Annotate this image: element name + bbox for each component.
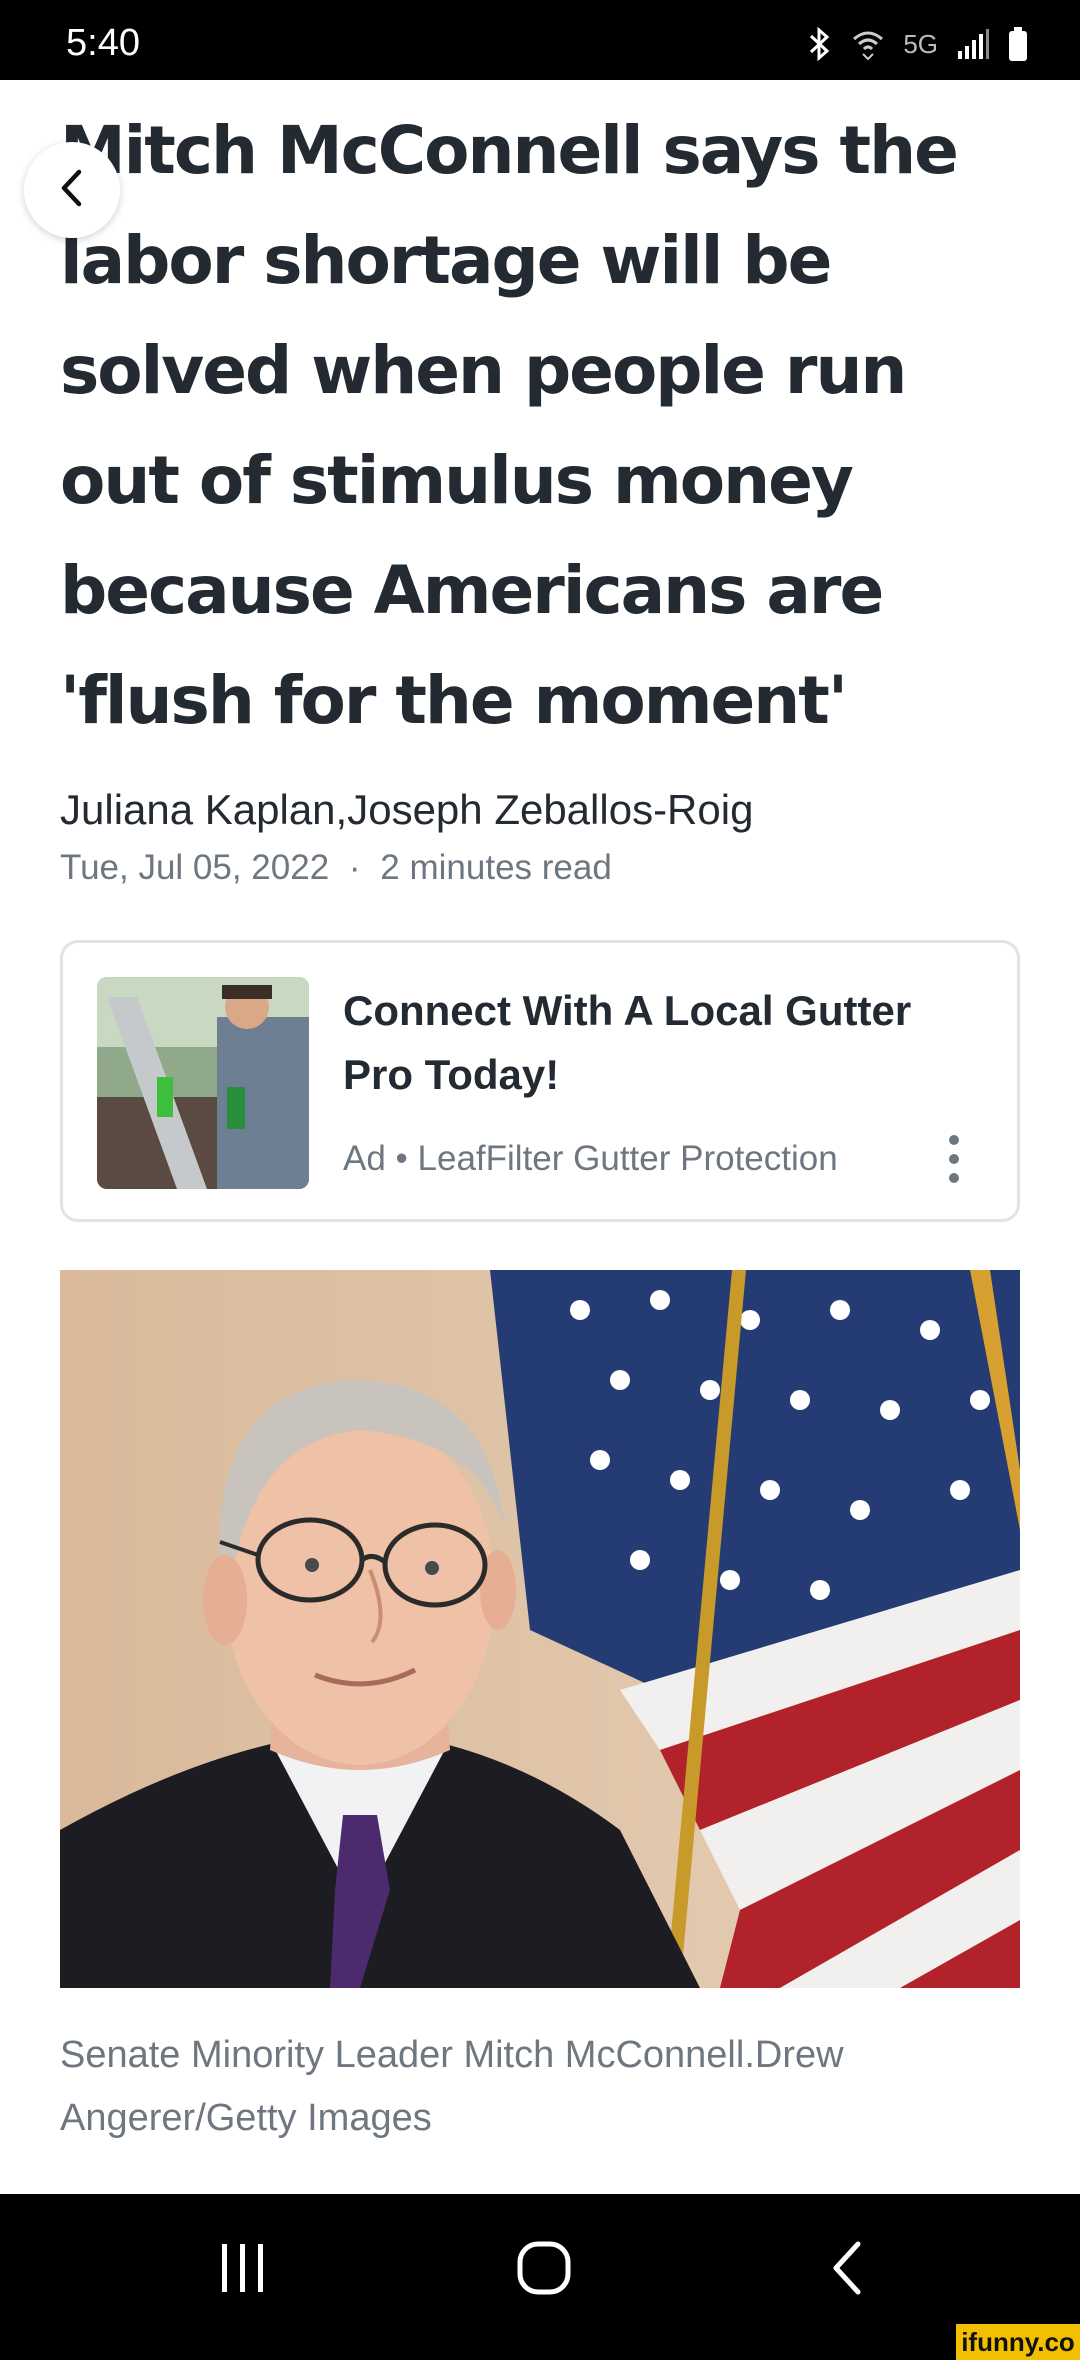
ad-thumbnail-image[interactable]: [97, 977, 309, 1189]
caption-line: Angerer/Getty Images: [60, 2097, 432, 2139]
network-label: 5G: [903, 28, 938, 59]
recents-icon[interactable]: [218, 2240, 268, 2301]
status-bar: 5:40 5G: [0, 0, 1080, 80]
sponsored-ad-card[interactable]: Connect With A Local Gutter Pro Today! A…: [60, 940, 1020, 1222]
caption-line: Senate Minority Leader Mitch McConnell.D…: [60, 2034, 844, 2076]
more-options-icon[interactable]: [947, 1135, 961, 1187]
ad-source-label: Ad • LeafFilter Gutter Protection: [343, 1139, 838, 1178]
status-icons: 5G: [805, 26, 1028, 62]
ad-title[interactable]: Connect With A Local Gutter Pro Today!: [343, 979, 943, 1107]
article-meta: Tue, Jul 05, 2022 · 2 minutes read: [60, 848, 612, 888]
signal-icon: [956, 29, 990, 59]
publish-date: Tue, Jul 05, 2022: [60, 848, 330, 887]
article-byline[interactable]: Juliana Kaplan,Joseph Zeballos-Roig: [60, 786, 753, 834]
ifunny-watermark: ifunny.co: [956, 2324, 1080, 2360]
back-icon[interactable]: [828, 2240, 868, 2301]
ad-title-line: Connect With A Local Gutter: [343, 987, 912, 1034]
headline-line: Mitch McConnell says the: [60, 112, 959, 189]
wifi-icon: [851, 27, 885, 61]
system-nav-bar: ifunny.co: [0, 2194, 1080, 2360]
chevron-left-icon: [55, 168, 89, 213]
headline-line: out of stimulus money: [60, 442, 854, 519]
back-button[interactable]: [24, 142, 120, 238]
battery-icon: [1008, 27, 1028, 61]
headline-line: solved when people run: [60, 332, 907, 409]
headline-line: labor shortage will be: [60, 222, 832, 299]
headline-line: 'flush for the moment': [60, 662, 848, 739]
ad-title-line: Pro Today!: [343, 1051, 560, 1098]
status-time: 5:40: [66, 22, 140, 64]
meta-separator: ·: [348, 848, 361, 887]
photo-caption: Senate Minority Leader Mitch McConnell.D…: [60, 2024, 1020, 2150]
headline-line: because Americans are: [60, 552, 884, 629]
article-headline: Mitch McConnell says the labor shortage …: [60, 96, 1020, 756]
home-icon[interactable]: [516, 2240, 572, 2301]
bluetooth-icon: [805, 27, 833, 61]
article-photo[interactable]: [60, 1270, 1020, 1988]
article-view[interactable]: Mitch McConnell says the labor shortage …: [0, 80, 1080, 2194]
read-time: 2 minutes read: [380, 848, 612, 887]
